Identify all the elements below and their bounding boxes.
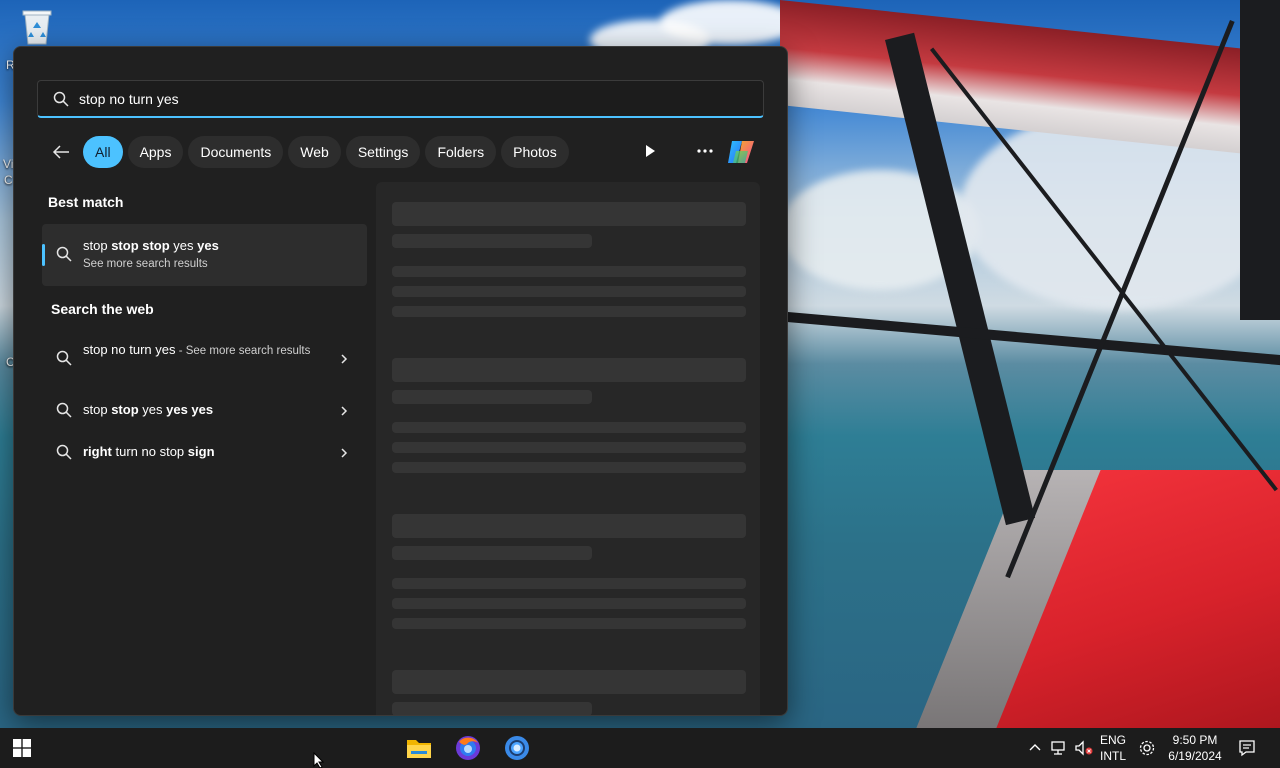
wallpaper-wire — [787, 312, 1280, 366]
desktop-label: C — [4, 173, 13, 187]
wallpaper-cloud — [660, 0, 800, 45]
loading-placeholder — [392, 234, 592, 248]
clock-time: 9:50 PM — [1172, 733, 1218, 747]
loading-placeholder — [392, 598, 746, 609]
search-icon — [56, 350, 72, 366]
selection-indicator — [42, 244, 45, 266]
loading-placeholder — [392, 578, 746, 589]
clock-date: 6/19/2024 — [1168, 749, 1222, 763]
language-indicator[interactable]: ENG INTL — [1098, 732, 1128, 764]
preview-pane — [376, 182, 760, 715]
windows-start-icon[interactable] — [12, 738, 32, 758]
loading-placeholder — [392, 390, 592, 404]
search-box[interactable] — [37, 80, 764, 118]
text-part: stop no turn yes — [83, 342, 176, 357]
text-part-bold: yes yes — [166, 402, 214, 417]
loading-placeholder — [392, 546, 592, 560]
text-part: yes — [138, 402, 167, 417]
best-match-heading: Best match — [48, 194, 124, 210]
gear-icon[interactable] — [1138, 739, 1156, 757]
back-button[interactable] — [47, 137, 75, 167]
filter-chip-web[interactable]: Web — [288, 136, 341, 168]
filter-chip-apps[interactable]: Apps — [127, 136, 184, 168]
loading-placeholder — [392, 202, 746, 226]
best-match-subtitle: See more search results — [83, 258, 208, 270]
web-result-item[interactable]: stop stop yes yes yes — [42, 399, 367, 423]
text-part-bold: yes — [197, 238, 219, 253]
loading-placeholder — [392, 422, 746, 433]
notifications-icon[interactable] — [1238, 739, 1256, 757]
best-match-title: stop stop stop yes yes — [83, 238, 219, 253]
search-panel: All Apps Documents Web Settings Folders … — [13, 46, 788, 716]
firefox-icon[interactable] — [454, 734, 482, 762]
web-result-text: right turn no stop sign — [83, 442, 313, 462]
text-part: stop — [83, 402, 112, 417]
wallpaper-strut — [1240, 0, 1280, 320]
arrow-left-icon — [52, 145, 69, 159]
loading-placeholder — [392, 462, 746, 473]
loading-placeholder — [392, 442, 746, 453]
language-code: ENG — [1099, 733, 1126, 747]
desktop-label: Vi — [3, 157, 14, 171]
loading-placeholder — [392, 618, 746, 629]
search-input[interactable] — [79, 90, 729, 107]
filter-chip-all[interactable]: All — [83, 136, 123, 168]
chevron-right-icon — [341, 354, 348, 364]
web-result-item[interactable]: right turn no stop sign — [42, 441, 367, 465]
web-result-text: stop stop yes yes yes — [83, 400, 313, 420]
keyboard-layout: INTL — [1099, 749, 1126, 763]
web-result-text: stop no turn yes - See more search resul… — [83, 340, 313, 361]
mouse-cursor-icon — [313, 752, 325, 768]
loading-placeholder — [392, 286, 746, 297]
play-icon[interactable] — [642, 143, 658, 159]
filter-chip-settings[interactable]: Settings — [345, 136, 421, 168]
filter-chip-folders[interactable]: Folders — [425, 136, 497, 168]
filter-chip-documents[interactable]: Documents — [188, 136, 284, 168]
chevron-right-icon — [341, 448, 348, 458]
chevron-right-icon — [341, 406, 348, 416]
search-icon — [53, 91, 69, 107]
text-part: stop — [83, 238, 112, 253]
filter-bar: All Apps Documents Web Settings Folders … — [47, 136, 574, 168]
clock[interactable]: 9:50 PM 6/19/2024 — [1163, 732, 1227, 764]
filter-chip-photos[interactable]: Photos — [501, 136, 569, 168]
search-icon — [56, 246, 72, 262]
chevron-up-icon[interactable] — [1029, 742, 1041, 752]
text-part: turn no stop — [111, 444, 188, 459]
loading-placeholder — [392, 266, 746, 277]
web-result-item[interactable]: stop no turn yes - See more search resul… — [42, 337, 367, 383]
recycle-bin-icon[interactable] — [20, 8, 54, 46]
search-icon — [56, 444, 72, 460]
text-part-bold: sign — [187, 444, 215, 459]
copilot-icon[interactable] — [726, 137, 758, 167]
file-explorer-icon[interactable] — [405, 734, 433, 762]
text-part: yes — [169, 238, 198, 253]
search-web-heading: Search the web — [51, 301, 154, 317]
taskbar: ENG INTL 9:50 PM 6/19/2024 — [0, 728, 1280, 768]
text-suffix: - See more search results — [175, 345, 311, 357]
chrome-icon[interactable] — [503, 734, 531, 762]
text-part-bold: right — [83, 444, 112, 459]
more-options-icon[interactable] — [694, 142, 716, 160]
network-icon[interactable] — [1050, 740, 1068, 756]
text-part-bold: stop stop — [111, 238, 170, 253]
loading-placeholder — [392, 702, 592, 715]
best-match-result[interactable]: stop stop stop yes yes See more search r… — [42, 224, 367, 286]
loading-placeholder — [392, 358, 746, 382]
loading-placeholder — [392, 670, 746, 694]
text-part-bold: stop — [111, 402, 139, 417]
loading-placeholder — [392, 306, 746, 317]
volume-muted-icon[interactable] — [1074, 740, 1094, 756]
search-icon — [56, 402, 72, 418]
loading-placeholder — [392, 514, 746, 538]
